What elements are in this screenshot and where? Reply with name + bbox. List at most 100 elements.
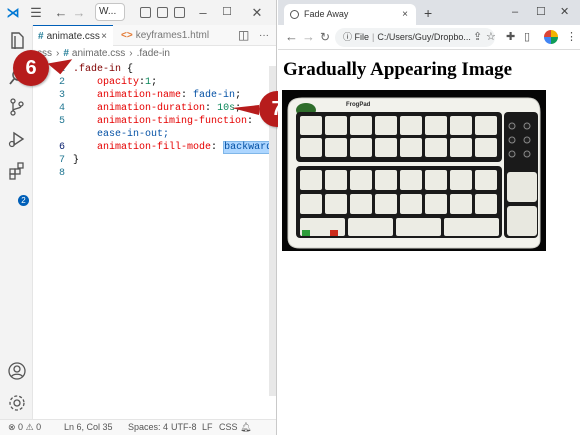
browser-toolbar: ← → ↻ ⓘ File | C:/Users/Guy/Dropbo... ⇪ ☆ … — [278, 25, 580, 50]
code-line[interactable]: opacity:1; — [73, 76, 157, 89]
tab-keyframes-html[interactable]: <> keyframes1.html — [115, 25, 211, 46]
css-file-icon: # — [63, 48, 69, 59]
globe-icon — [290, 10, 299, 19]
maximize-icon[interactable]: ☐ — [220, 4, 234, 21]
code-line[interactable]: } — [73, 154, 79, 167]
vscode-logo-icon: ⋊ — [6, 5, 20, 20]
code-line-active[interactable]: animation-fill-mode: backwards; — [73, 141, 276, 155]
more-actions-icon[interactable]: ··· — [259, 25, 269, 46]
key-cap — [325, 170, 347, 190]
browser-window: Fade Away × + – ☐ ✕ ← → ↻ ⓘ File | C:/User… — [278, 0, 580, 435]
key-cap — [325, 138, 347, 157]
code-editor[interactable]: 1 .fade-in { 2 opacity:1; 3 animation-na… — [33, 62, 276, 419]
key-cap — [425, 116, 447, 135]
problems-indicator[interactable]: ⊗ 0 ⚠ 0 — [8, 420, 41, 435]
minimize-icon[interactable]: – — [512, 5, 518, 19]
keyboard-brand: FrogPad — [346, 102, 371, 108]
page-title: Gradually Appearing Image — [283, 59, 513, 80]
extensions-badge: 2 — [18, 195, 29, 206]
profile-avatar[interactable] — [544, 30, 558, 44]
browser-tab[interactable]: Fade Away × — [284, 4, 416, 25]
key-cap — [350, 194, 372, 214]
notifications-icon[interactable]: 🔔︎ — [240, 420, 251, 435]
breadcrumb-symbol[interactable]: .fade-in — [137, 48, 170, 59]
key-cap — [375, 116, 397, 135]
key-cap — [400, 116, 422, 135]
source-control-icon[interactable] — [7, 97, 27, 117]
line-number: 5 — [58, 116, 65, 127]
key-cap — [300, 194, 322, 214]
status-bar: ⊗ 0 ⚠ 0 Ln 6, Col 35 Spaces: 4 UTF-8 LF … — [0, 419, 276, 435]
line-number: 3 — [58, 90, 65, 101]
editor-tabs: # animate.css × <> keyframes1.html ◫ ··· — [33, 25, 276, 46]
key-cap — [375, 194, 397, 214]
menu-icon[interactable]: ☰ — [28, 4, 44, 21]
close-tab-icon[interactable]: × — [402, 4, 408, 25]
key-cap — [350, 170, 372, 190]
close-window-icon[interactable]: ✕ — [560, 5, 569, 19]
keyboard-image: FrogPad — [282, 90, 546, 251]
breadcrumb-separator-icon: › — [56, 48, 60, 59]
key-cap — [450, 194, 472, 214]
line-number: 7 — [58, 155, 65, 166]
cursor-position[interactable]: Ln 6, Col 35 — [64, 420, 113, 435]
key-cap — [300, 116, 322, 135]
panel-toggle-icon[interactable] — [157, 7, 168, 18]
code-line[interactable]: animation-name: fade-in; — [73, 89, 241, 102]
settings-gear-icon[interactable] — [7, 393, 27, 413]
close-window-icon[interactable]: ✕ — [250, 4, 264, 21]
sidebar-toggle-icon[interactable] — [174, 7, 185, 18]
key-cap — [450, 138, 472, 157]
code-line[interactable]: animation-duration: 10s; — [73, 102, 241, 115]
indentation[interactable]: Spaces: 4 — [128, 420, 168, 435]
address-bar[interactable]: ⓘ File | C:/Users/Guy/Dropbo... — [335, 28, 495, 47]
layout-toggle-icon[interactable] — [140, 7, 151, 18]
code-line[interactable]: .fade-in { — [73, 63, 133, 76]
tab-animate-css[interactable]: # animate.css × — [33, 25, 113, 46]
new-tab-button[interactable]: + — [424, 4, 432, 22]
key-cap — [475, 116, 497, 135]
split-editor-icon[interactable]: ◫ — [238, 25, 249, 46]
reload-icon[interactable]: ↻ — [320, 29, 330, 45]
key-cap — [300, 138, 322, 157]
command-center-search[interactable]: W... — [95, 3, 125, 21]
bookmark-star-icon[interactable]: ☆ — [486, 30, 496, 44]
share-icon[interactable]: ⇪ — [473, 30, 482, 44]
css-file-icon: # — [38, 31, 44, 42]
key-cap — [348, 218, 393, 236]
breadcrumb-file[interactable]: animate.css — [72, 48, 125, 59]
line-number: 6 — [58, 142, 65, 153]
line-number: 8 — [58, 168, 65, 179]
run-debug-icon[interactable] — [7, 129, 27, 149]
side-panel-icon[interactable]: ▯ — [524, 30, 530, 44]
key-cap — [400, 138, 422, 157]
code-line[interactable]: animation-timing-function: — [73, 115, 253, 128]
forward-arrow-icon[interactable]: → — [302, 29, 315, 45]
html-file-icon: <> — [121, 30, 133, 41]
end-of-line[interactable]: LF — [202, 420, 213, 435]
code-line[interactable]: ease-in-out; — [73, 128, 169, 141]
explorer-icon[interactable] — [7, 31, 27, 51]
key-cap — [400, 170, 422, 190]
key-cap — [325, 194, 347, 214]
key-cap — [425, 138, 447, 157]
key-cap — [350, 116, 372, 135]
extensions-icon[interactable] — [7, 161, 27, 181]
minimize-icon[interactable]: – — [196, 4, 210, 21]
key-cap — [425, 170, 447, 190]
key-cap — [450, 116, 472, 135]
forward-arrow-icon[interactable]: → — [72, 4, 86, 21]
key-cap — [444, 218, 499, 236]
breadcrumb: css › # animate.css › .fade-in — [33, 46, 276, 62]
close-tab-icon[interactable]: × — [101, 26, 107, 47]
maximize-icon[interactable]: ☐ — [536, 5, 546, 19]
extensions-puzzle-icon[interactable]: ✚ — [506, 30, 515, 44]
back-arrow-icon[interactable]: ← — [54, 4, 68, 21]
language-mode[interactable]: CSS — [219, 420, 238, 435]
menu-kebab-icon[interactable]: ⋮ — [566, 30, 577, 44]
key-cap — [300, 170, 322, 190]
encoding[interactable]: UTF-8 — [171, 420, 197, 435]
back-arrow-icon[interactable]: ← — [285, 29, 298, 45]
browser-tab-strip: Fade Away × + – ☐ ✕ — [278, 0, 580, 25]
account-icon[interactable] — [7, 361, 27, 381]
